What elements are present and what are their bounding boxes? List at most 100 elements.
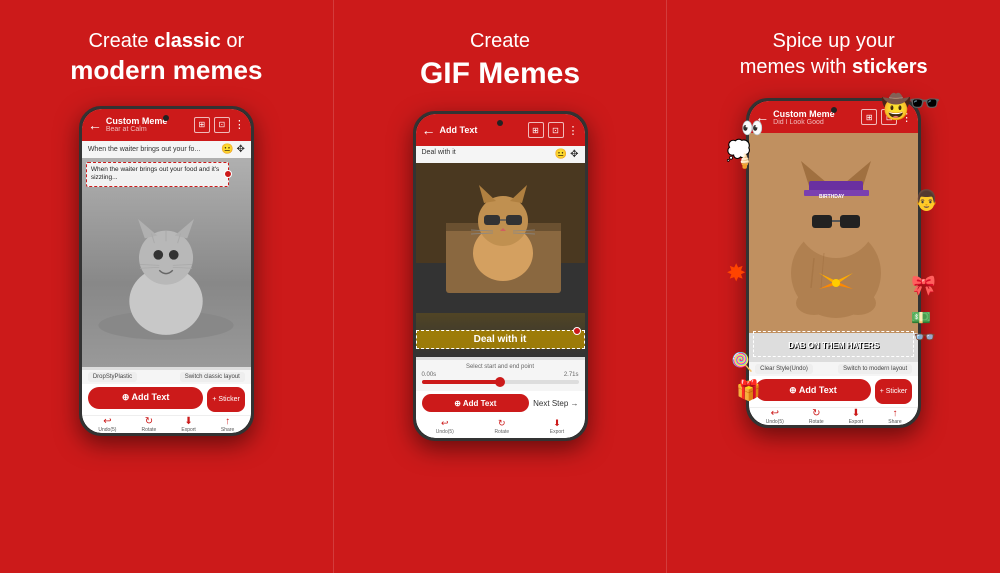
phone-2-icons: ⊞ ⊡ ⋮ <box>528 122 579 138</box>
rotate-nav-3[interactable]: ↻Rotate <box>809 408 824 425</box>
hat-sticker: 🤠 <box>881 93 911 122</box>
undo-nav-3[interactable]: ↩Undo(5) <box>766 408 784 425</box>
headline-1-bold: modern memes <box>70 54 262 88</box>
app-container: Create classic or modern memes ← Custom … <box>0 0 1000 573</box>
grid-icon-3: ⊞ <box>866 113 873 122</box>
dab-text-overlay: DAB ON THEM HATERS <box>753 331 914 357</box>
phone-1-topbar: ← Custom Meme Bear at Calm ⊞ ⊡ ⋮ <box>82 109 251 141</box>
headline-1: Create classic or modern memes <box>70 28 262 88</box>
face-icon-2: 😐 <box>555 149 567 160</box>
export-nav-1[interactable]: ⬇Export <box>181 416 195 433</box>
rotate-nav-2[interactable]: ↻Rotate <box>494 418 509 435</box>
phone-2-screen: ← Add Text ⊞ ⊡ ⋮ Deal with it <box>416 114 585 438</box>
crop-icon-2: ⊡ <box>552 126 559 135</box>
export-nav-3[interactable]: ⬇Export <box>849 408 863 425</box>
phone-2-nav: ↩Undo(5) ↻Rotate ⬇Export <box>416 415 585 438</box>
phone-notch-3 <box>831 107 837 113</box>
phone-3-title: Custom Meme <box>773 109 861 119</box>
export-nav-2[interactable]: ⬇Export <box>550 418 564 435</box>
phone-1-meme-area: When the waiter brings out your fo... 😐 … <box>82 141 251 370</box>
phone-2-topbar: ← Add Text ⊞ ⊡ ⋮ <box>416 114 585 146</box>
cat-svg <box>82 158 251 367</box>
phone-2-icon-1: ⊞ <box>528 122 544 138</box>
phone-1-screen: ← Custom Meme Bear at Calm ⊞ ⊡ ⋮ W <box>82 109 251 433</box>
deal-with-it-overlay: Deal with it <box>416 330 585 349</box>
gif-cat-svg <box>416 163 585 313</box>
gif-cat-bg: Deal with it <box>416 163 585 357</box>
rotate-nav-1[interactable]: ↻Rotate <box>142 416 157 433</box>
dab-label: DAB ON THEM HATERS <box>788 341 879 350</box>
phone-1: ← Custom Meme Bear at Calm ⊞ ⊡ ⋮ W <box>79 106 254 436</box>
style-btn[interactable]: DropStyPlastic <box>88 372 137 382</box>
phone-1-subtitle: Bear at Calm <box>106 126 194 133</box>
gif-add-text-button[interactable]: ⊕ Add Text <box>422 394 530 412</box>
clear-style-btn[interactable]: Clear Style(Undo) <box>755 364 813 374</box>
phone-3-nav: ↩Undo(5) ↻Rotate ⬇Export ↑Share <box>749 407 918 425</box>
phone-2-title-area: Add Text <box>440 125 528 135</box>
headline-3-part1: Spice up your <box>773 30 895 52</box>
phone-3-subtitle: Did I Look Good <box>773 119 861 126</box>
undo-nav-1[interactable]: ↩Undo(5) <box>98 416 116 433</box>
phone-2-meme-area: Deal with it 😐 ✥ <box>416 146 585 360</box>
deal-with-it-label: Deal with it <box>422 149 456 160</box>
sticker-button-3[interactable]: + Sticker <box>875 379 912 404</box>
crop-icon: ⊡ <box>218 120 225 129</box>
share-nav-3[interactable]: ↑Share <box>888 408 901 425</box>
more-icon: ⋮ <box>234 118 245 131</box>
phone-3-meme-area: BIRTHDAY <box>749 133 918 362</box>
phone-3-icon-1: ⊞ <box>861 109 877 125</box>
phone-notch-2 <box>497 120 503 126</box>
lollipop-sticker: 🍭 <box>731 352 753 373</box>
time-start: 0.00s <box>422 372 437 378</box>
phone-3-title-area: Custom Meme Did I Look Good <box>773 109 861 126</box>
gif-top-icons: 😐 ✥ <box>555 149 579 160</box>
grid-icon-2: ⊞ <box>532 126 539 135</box>
phone-1-title-area: Custom Meme Bear at Calm <box>106 116 194 133</box>
top-text-bar: When the waiter brings out your fo... 😐 … <box>82 141 251 158</box>
share-nav-1[interactable]: ↑Share <box>221 416 234 433</box>
undo-nav-2[interactable]: ↩Undo(5) <box>436 418 454 435</box>
svg-text:BIRTHDAY: BIRTHDAY <box>819 194 845 200</box>
bowtie-sticker: 🎀 <box>911 273 936 298</box>
phone-notch-1 <box>163 115 169 121</box>
icecream-sticker: 🍦 <box>736 153 753 170</box>
switch-modern-btn[interactable]: Switch to modern layout <box>838 364 912 374</box>
headline-2-create: Create <box>470 30 530 52</box>
add-text-button-3[interactable]: ⊕ Add Text <box>755 379 871 401</box>
phone-1-nav: ↩Undo(5) ↻Rotate ⬇Export ↑Share <box>82 415 251 433</box>
phone-1-icon-box-2: ⊡ <box>214 117 230 133</box>
add-text-button-1[interactable]: ⊕ Add Text <box>88 387 204 409</box>
gif-add-text-label: ⊕ Add Text <box>454 399 496 408</box>
phone-1-title: Custom Meme <box>106 116 194 126</box>
gif-top-bar: Deal with it 😐 ✥ <box>416 146 585 163</box>
phone-1-icon-box-1: ⊞ <box>194 117 210 133</box>
more-icon-2: ⋮ <box>568 124 579 137</box>
layout-buttons-row: DropStyPlastic Switch classic layout <box>82 370 251 384</box>
panel-stickers: Spice up your memes with stickers 🕶️ 🤠 💭… <box>667 0 1000 573</box>
time-slider[interactable] <box>422 380 579 384</box>
back-arrow-icon: ← <box>88 117 102 133</box>
phone-3-wrapper: 🕶️ 🤠 💭 🍦 👨 ✸ 🎀 💵 👓 🍭 🎁 👀 ← Cu <box>746 98 921 428</box>
layout-buttons-3: Clear Style(Undo) Switch to modern layou… <box>749 362 918 376</box>
headline-3-part2: memes with stickers <box>740 56 928 78</box>
next-step-button[interactable]: Next Step → <box>533 399 578 408</box>
meme-image-area: When the waiter brings out your food and… <box>82 158 251 367</box>
headline-1-text: Create classic or <box>88 30 244 52</box>
cat-bg: When the waiter brings out your food and… <box>82 158 251 367</box>
grid-icon: ⊞ <box>198 120 205 129</box>
gift-sticker: 🎁 <box>736 378 761 403</box>
phone-3: ← Custom Meme Did I Look Good ⊞ ⊡ ⋮ <box>746 98 921 428</box>
add-text-label-3: ⊕ Add Text <box>789 385 837 396</box>
back-arrow-2: ← <box>422 122 436 138</box>
money-sticker: 💵 <box>911 308 931 328</box>
top-meme-text: When the waiter brings out your fo... <box>88 146 200 153</box>
eyes-sticker: 👀 <box>741 118 763 139</box>
starburst-sticker: ✸ <box>726 259 746 288</box>
mustache-sticker: 👨 <box>914 188 939 213</box>
glasses-sticker: 👓 <box>914 327 936 348</box>
gif-bottom-row: ⊕ Add Text Next Step → <box>416 391 585 415</box>
switch-layout-btn[interactable]: Switch classic layout <box>180 372 245 382</box>
time-end: 2.71s <box>564 372 579 378</box>
phone-1-icons: ⊞ ⊡ ⋮ <box>194 117 245 133</box>
sticker-button-1[interactable]: + Sticker <box>207 387 244 412</box>
